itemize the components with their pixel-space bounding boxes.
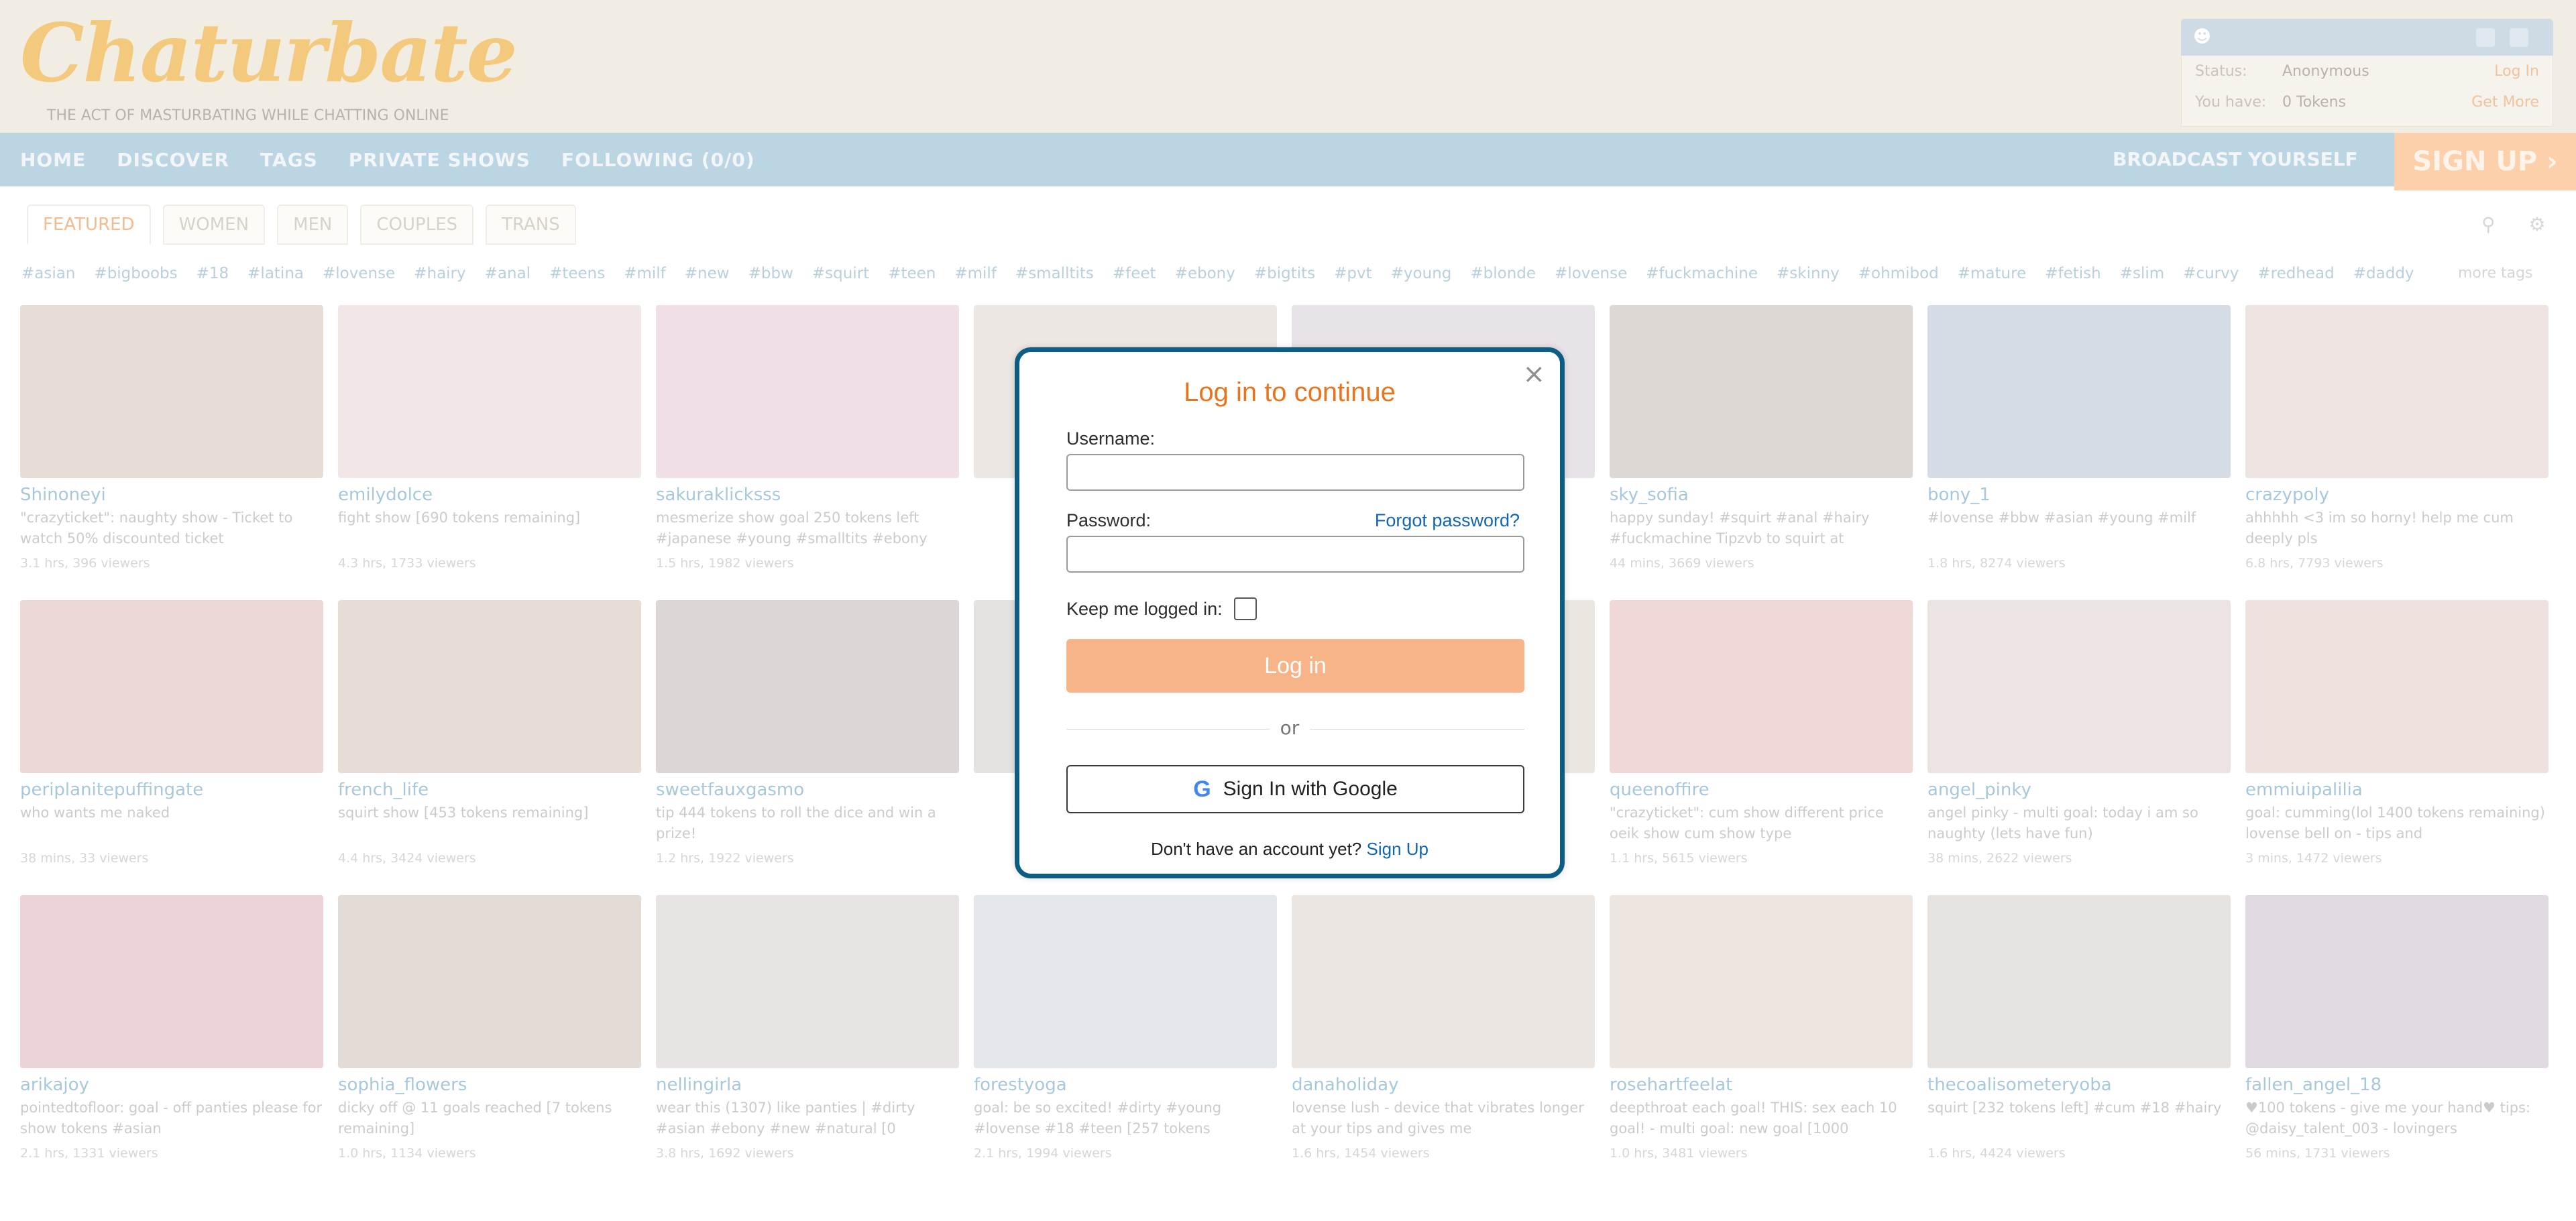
login-modal: × Log in to continue Username: Password:… bbox=[1015, 347, 1565, 878]
login-button[interactable]: Log in bbox=[1066, 639, 1524, 693]
signup-prompt-text: Don't have an account yet? bbox=[1150, 839, 1362, 859]
page: Chaturbate THE ACT OF MASTURBATING WHILE… bbox=[0, 0, 2576, 1221]
password-label: Password: bbox=[1066, 510, 1152, 530]
or-label: or bbox=[1269, 717, 1310, 739]
username-field[interactable] bbox=[1066, 454, 1524, 491]
google-signin-button[interactable]: G Sign In with Google bbox=[1066, 765, 1524, 813]
signup-link[interactable]: Sign Up bbox=[1367, 839, 1429, 859]
signup-prompt: Don't have an account yet? Sign Up bbox=[1019, 839, 1560, 860]
username-label: Username: bbox=[1066, 428, 1156, 449]
modal-title: Log in to continue bbox=[1184, 377, 1396, 407]
google-signin-label: Sign In with Google bbox=[1223, 778, 1398, 800]
forgot-password-link[interactable]: Forgot password? bbox=[1375, 510, 1520, 531]
keep-logged-in-label: Keep me logged in: bbox=[1066, 599, 1223, 619]
keep-logged-in-checkbox[interactable] bbox=[1234, 597, 1257, 620]
or-separator: or bbox=[1019, 717, 1560, 739]
google-icon: G bbox=[1193, 776, 1211, 802]
password-field[interactable] bbox=[1066, 536, 1524, 573]
